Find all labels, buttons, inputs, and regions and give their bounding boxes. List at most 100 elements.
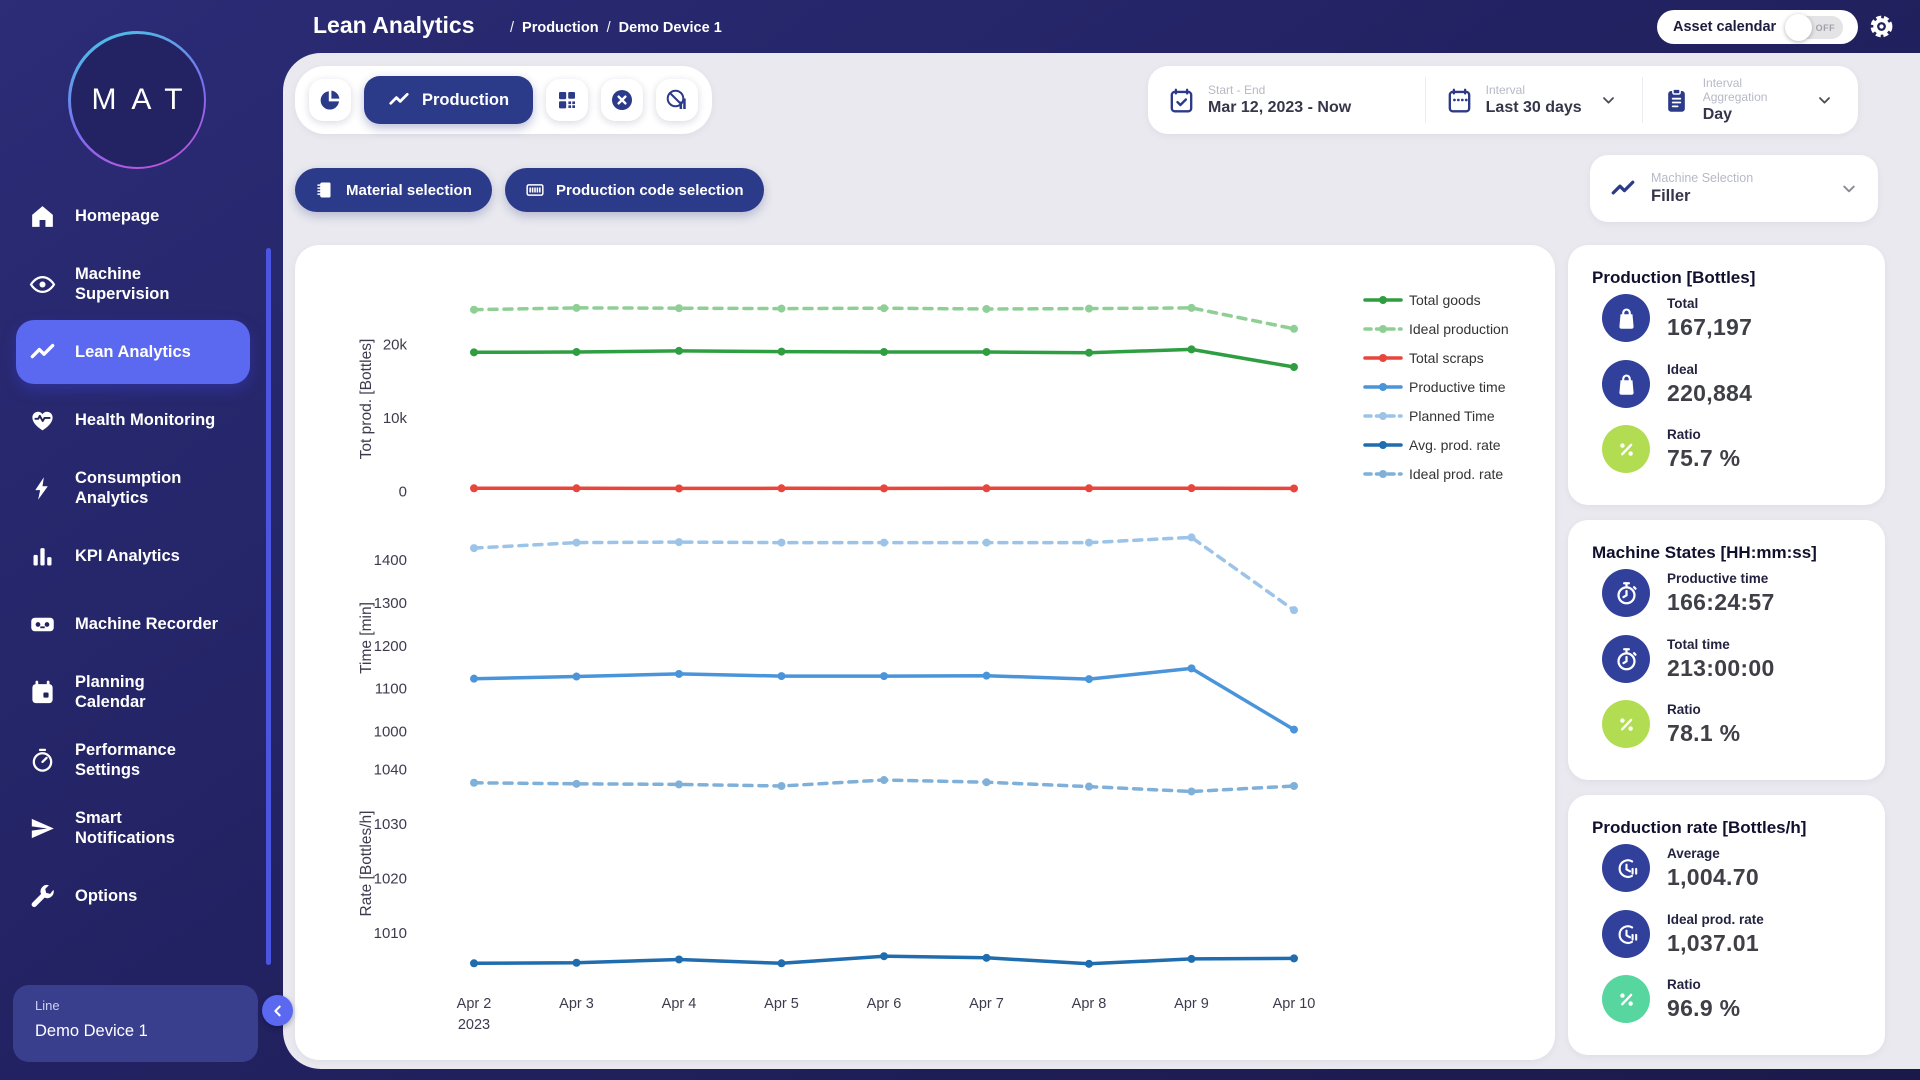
sidebar-item-performance-settings[interactable]: PerformanceSettings (16, 728, 250, 792)
sidebar-item-label: SmartNotifications (75, 808, 175, 848)
data-point (983, 954, 991, 962)
y-tick-label: 10k (383, 410, 408, 427)
data-point (1188, 955, 1196, 963)
sidebar-item-machine-supervision[interactable]: MachineSupervision (16, 252, 250, 316)
sidebar-item-label: Options (75, 886, 137, 906)
y-axis-label: Tot prod. [Bottles] (358, 339, 375, 460)
legend-item-avg-prod-rate[interactable]: Avg. prod. rate (1365, 437, 1501, 453)
machine-selection-dropdown[interactable]: Machine Selection Filler (1590, 155, 1878, 222)
x-tick-label: Apr 9 (1174, 996, 1209, 1012)
material-selection-label: Material selection (346, 182, 472, 199)
svg-text:Productive time: Productive time (1409, 379, 1506, 395)
data-point (1290, 363, 1298, 371)
data-point (778, 305, 786, 313)
sidebar-item-machine-recorder[interactable]: Machine Recorder (16, 592, 250, 656)
sidebar-scrollbar[interactable] (266, 248, 271, 965)
production-tab-button[interactable]: Production (364, 76, 533, 124)
stat-value: 220,884 (1667, 380, 1752, 407)
stat-label: Total time (1667, 637, 1775, 652)
send-icon (29, 815, 56, 842)
percent-badge (1602, 975, 1650, 1023)
bag-badge (1602, 294, 1650, 342)
data-point (880, 952, 888, 960)
stat-card-title: Machine States [HH:mm:ss] (1592, 543, 1865, 563)
sidebar-item-label: MachineSupervision (75, 264, 169, 304)
data-point (880, 539, 888, 547)
x-tick-label: Apr 2 (457, 996, 492, 1012)
gear-icon[interactable] (1868, 13, 1895, 40)
scraps-view-button[interactable] (601, 79, 643, 121)
toggle-knob (1785, 14, 1812, 41)
sidebar-item-lean-analytics[interactable]: Lean Analytics (16, 320, 250, 384)
production-code-selection-label: Production code selection (556, 182, 744, 199)
sidebar-item-smart-notifications[interactable]: SmartNotifications (16, 796, 250, 860)
svg-text:Planned Time: Planned Time (1409, 408, 1495, 424)
chevron-down-icon[interactable] (1836, 179, 1862, 198)
svg-text:Total goods: Total goods (1409, 292, 1481, 308)
sidebar-item-label: Machine Recorder (75, 614, 218, 634)
production-charts: 010k20kTot prod. [Bottles]10001100120013… (295, 245, 1555, 1060)
material-selection-button[interactable]: Material selection (295, 168, 492, 212)
legend-item-total-scraps[interactable]: Total scraps (1365, 350, 1484, 366)
toggle-state: OFF (1816, 23, 1836, 33)
legend-item-ideal-prod-rate[interactable]: Ideal prod. rate (1365, 466, 1503, 482)
aggregation-field[interactable]: Interval Aggregation Day (1642, 77, 1858, 123)
data-point (573, 673, 581, 681)
production-code-view-button[interactable] (546, 79, 588, 121)
kpi-icon (29, 543, 56, 570)
interval-field[interactable]: Interval Last 30 days (1425, 77, 1642, 123)
data-point (675, 347, 683, 355)
breadcrumb-device[interactable]: Demo Device 1 (619, 20, 722, 36)
data-point (1085, 539, 1093, 547)
data-point (1085, 349, 1093, 357)
data-point (1085, 960, 1093, 968)
sidebar-item-kpi-analytics[interactable]: KPI Analytics (16, 524, 250, 588)
sidebar-item-homepage[interactable]: Homepage (16, 184, 250, 248)
data-point (1188, 533, 1196, 541)
breadcrumb-production[interactable]: Production (522, 20, 599, 36)
sidebar-item-planning-calendar[interactable]: PlanningCalendar (16, 660, 250, 724)
data-point (778, 484, 786, 492)
sidebar-item-health-monitoring[interactable]: Health Monitoring (16, 388, 250, 452)
asset-calendar-label: Asset calendar (1673, 19, 1776, 35)
sidebar-item-label: KPI Analytics (75, 546, 180, 566)
legend-item-total-goods[interactable]: Total goods (1365, 292, 1481, 308)
eye-icon (29, 271, 56, 298)
line-label: Line (35, 998, 258, 1013)
machine-selection-value: Filler (1651, 187, 1821, 206)
y-tick-label: 20k (383, 337, 408, 354)
legend-item-planned-time[interactable]: Planned Time (1365, 408, 1495, 424)
legend-item-productive-time[interactable]: Productive time (1365, 379, 1506, 395)
gauge-icon (29, 747, 56, 774)
stat-row-ratio: Ratio96.9 % (1602, 975, 1740, 1023)
sidebar-item-consumption-analytics[interactable]: ConsumptionAnalytics (16, 456, 250, 520)
data-point (470, 779, 478, 787)
pie-view-button[interactable] (309, 79, 351, 121)
view-toolbar: Production (295, 66, 712, 134)
stat-card-production: Production [Bottles]Total167,197Ideal220… (1568, 245, 1885, 505)
bag-icon (1613, 371, 1640, 398)
downtime-view-button[interactable] (656, 79, 698, 121)
line-selector-card[interactable]: Line Demo Device 1 (13, 985, 258, 1062)
asset-calendar-toggle[interactable]: OFF (1786, 16, 1843, 39)
data-point (470, 959, 478, 967)
bag-icon (1613, 305, 1640, 332)
legend-item-ideal-production[interactable]: Ideal production (1365, 321, 1509, 337)
sidebar-collapse-button[interactable] (262, 995, 293, 1026)
x-tick-label: Apr 3 (559, 996, 594, 1012)
data-point (1188, 345, 1196, 353)
chevron-down-icon[interactable] (1811, 91, 1838, 109)
stat-value: 96.9 % (1667, 995, 1740, 1022)
aggregation-value: Day (1703, 106, 1798, 124)
stat-value: 213:00:00 (1667, 655, 1775, 682)
data-point (573, 484, 581, 492)
production-code-selection-button[interactable]: Production code selection (505, 168, 764, 212)
stat-row-total: Total167,197 (1602, 294, 1752, 342)
sidebar-item-options[interactable]: Options (16, 864, 250, 928)
chevron-down-icon[interactable] (1595, 91, 1622, 109)
lean-analytics-dashboard: { "logo": { "text": "MAT" }, "header": {… (0, 0, 1920, 1080)
start-end-field[interactable]: Start - End Mar 12, 2023 - Now (1148, 77, 1425, 123)
stat-row-average: Average1,004.70 (1602, 844, 1759, 892)
trend-line-icon (1610, 176, 1636, 202)
data-point (1188, 304, 1196, 312)
